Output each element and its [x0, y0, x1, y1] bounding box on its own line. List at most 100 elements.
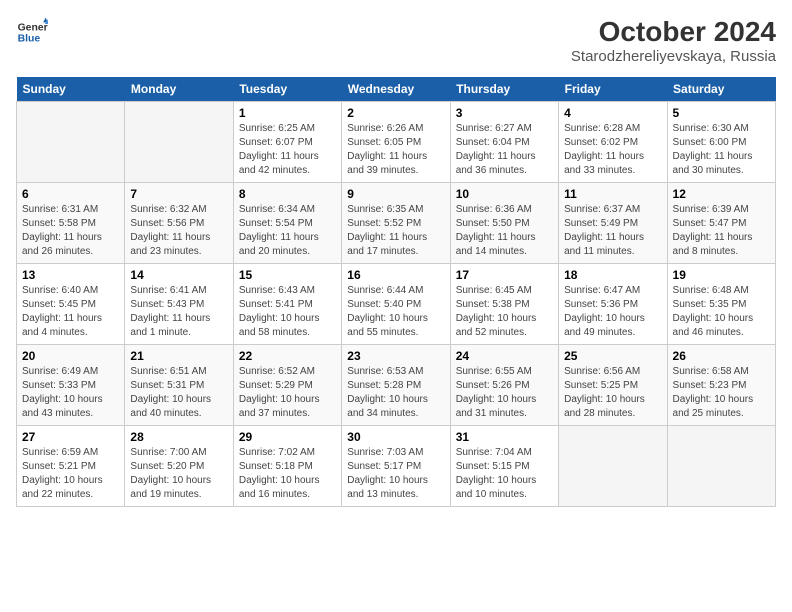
day-number: 7: [130, 187, 227, 201]
calendar-cell: 7 Sunrise: 6:32 AMSunset: 5:56 PMDaylight…: [125, 183, 233, 264]
day-number: 1: [239, 106, 336, 120]
day-number: 11: [564, 187, 661, 201]
day-info: Sunrise: 6:32 AMSunset: 5:56 PMDaylight:…: [130, 203, 227, 259]
day-info: Sunrise: 7:02 AMSunset: 5:18 PMDaylight:…: [239, 446, 336, 502]
day-number: 23: [347, 349, 444, 363]
calendar-cell: 28 Sunrise: 7:00 AMSunset: 5:20 PMDayligh…: [125, 426, 233, 507]
day-number: 16: [347, 268, 444, 282]
logo-icon: General Blue: [16, 16, 48, 48]
calendar-cell: 12 Sunrise: 6:39 AMSunset: 5:47 PMDayligh…: [667, 183, 775, 264]
calendar-cell: 14 Sunrise: 6:41 AMSunset: 5:43 PMDayligh…: [125, 264, 233, 345]
day-number: 18: [564, 268, 661, 282]
day-info: Sunrise: 6:58 AMSunset: 5:23 PMDaylight:…: [673, 365, 770, 421]
calendar-table: SundayMondayTuesdayWednesdayThursdayFrid…: [16, 77, 776, 507]
day-number: 5: [673, 106, 770, 120]
day-number: 31: [456, 430, 553, 444]
calendar-cell: 3 Sunrise: 6:27 AMSunset: 6:04 PMDaylight…: [450, 102, 558, 183]
day-number: 12: [673, 187, 770, 201]
day-number: 3: [456, 106, 553, 120]
day-number: 20: [22, 349, 119, 363]
calendar-cell: 31 Sunrise: 7:04 AMSunset: 5:15 PMDayligh…: [450, 426, 558, 507]
day-info: Sunrise: 6:48 AMSunset: 5:35 PMDaylight:…: [673, 284, 770, 340]
day-number: 9: [347, 187, 444, 201]
calendar-cell: 13 Sunrise: 6:40 AMSunset: 5:45 PMDayligh…: [17, 264, 125, 345]
logo: General Blue: [16, 16, 48, 48]
day-info: Sunrise: 6:43 AMSunset: 5:41 PMDaylight:…: [239, 284, 336, 340]
day-info: Sunrise: 6:34 AMSunset: 5:54 PMDaylight:…: [239, 203, 336, 259]
calendar-week-row: 6Sunrise: 6:31 AMSunset: 5:58 PMDaylight…: [17, 183, 776, 264]
day-info: Sunrise: 6:30 AMSunset: 6:00 PMDaylight:…: [673, 122, 770, 178]
calendar-header-row: SundayMondayTuesdayWednesdayThursdayFrid…: [17, 77, 776, 102]
calendar-cell: 30 Sunrise: 7:03 AMSunset: 5:17 PMDayligh…: [342, 426, 450, 507]
header-friday: Friday: [559, 77, 667, 102]
day-number: 29: [239, 430, 336, 444]
day-info: Sunrise: 6:53 AMSunset: 5:28 PMDaylight:…: [347, 365, 444, 421]
day-number: 21: [130, 349, 227, 363]
calendar-cell: [125, 102, 233, 183]
calendar-cell: 16 Sunrise: 6:44 AMSunset: 5:40 PMDayligh…: [342, 264, 450, 345]
day-info: Sunrise: 6:35 AMSunset: 5:52 PMDaylight:…: [347, 203, 444, 259]
day-number: 17: [456, 268, 553, 282]
day-number: 22: [239, 349, 336, 363]
day-info: Sunrise: 6:40 AMSunset: 5:45 PMDaylight:…: [22, 284, 119, 340]
day-info: Sunrise: 7:04 AMSunset: 5:15 PMDaylight:…: [456, 446, 553, 502]
header: General Blue October 2024 Starodzhereliy…: [16, 16, 776, 65]
calendar-cell: 24Sunrise: 6:55 AMSunset: 5:26 PMDayligh…: [450, 345, 558, 426]
day-info: Sunrise: 6:52 AMSunset: 5:29 PMDaylight:…: [239, 365, 336, 421]
page-title: October 2024: [571, 16, 776, 48]
header-tuesday: Tuesday: [233, 77, 341, 102]
day-number: 14: [130, 268, 227, 282]
day-info: Sunrise: 6:36 AMSunset: 5:50 PMDaylight:…: [456, 203, 553, 259]
day-number: 2: [347, 106, 444, 120]
day-info: Sunrise: 6:27 AMSunset: 6:04 PMDaylight:…: [456, 122, 553, 178]
day-number: 6: [22, 187, 119, 201]
day-number: 4: [564, 106, 661, 120]
day-info: Sunrise: 6:59 AMSunset: 5:21 PMDaylight:…: [22, 446, 119, 502]
day-info: Sunrise: 6:51 AMSunset: 5:31 PMDaylight:…: [130, 365, 227, 421]
calendar-cell: 8 Sunrise: 6:34 AMSunset: 5:54 PMDaylight…: [233, 183, 341, 264]
day-number: 30: [347, 430, 444, 444]
calendar-week-row: 13 Sunrise: 6:40 AMSunset: 5:45 PMDayligh…: [17, 264, 776, 345]
calendar-cell: 29 Sunrise: 7:02 AMSunset: 5:18 PMDayligh…: [233, 426, 341, 507]
calendar-cell: 19Sunrise: 6:48 AMSunset: 5:35 PMDayligh…: [667, 264, 775, 345]
calendar-cell: 4 Sunrise: 6:28 AMSunset: 6:02 PMDaylight…: [559, 102, 667, 183]
calendar-week-row: 27 Sunrise: 6:59 AMSunset: 5:21 PMDayligh…: [17, 426, 776, 507]
calendar-cell: 5 Sunrise: 6:30 AMSunset: 6:00 PMDaylight…: [667, 102, 775, 183]
day-number: 13: [22, 268, 119, 282]
day-info: Sunrise: 6:49 AMSunset: 5:33 PMDaylight:…: [22, 365, 119, 421]
calendar-cell: 2 Sunrise: 6:26 AMSunset: 6:05 PMDaylight…: [342, 102, 450, 183]
page-subtitle: Starodzhereliyevskaya, Russia: [571, 48, 776, 65]
header-saturday: Saturday: [667, 77, 775, 102]
calendar-cell: 25 Sunrise: 6:56 AMSunset: 5:25 PMDayligh…: [559, 345, 667, 426]
day-number: 25: [564, 349, 661, 363]
svg-text:Blue: Blue: [18, 34, 41, 45]
calendar-cell: 11 Sunrise: 6:37 AMSunset: 5:49 PMDayligh…: [559, 183, 667, 264]
day-info: Sunrise: 6:26 AMSunset: 6:05 PMDaylight:…: [347, 122, 444, 178]
calendar-week-row: 20 Sunrise: 6:49 AMSunset: 5:33 PMDayligh…: [17, 345, 776, 426]
day-info: Sunrise: 6:56 AMSunset: 5:25 PMDaylight:…: [564, 365, 661, 421]
calendar-cell: 15Sunrise: 6:43 AMSunset: 5:41 PMDayligh…: [233, 264, 341, 345]
header-monday: Monday: [125, 77, 233, 102]
day-info: Sunrise: 6:25 AMSunset: 6:07 PMDaylight:…: [239, 122, 336, 178]
day-info: Sunrise: 6:28 AMSunset: 6:02 PMDaylight:…: [564, 122, 661, 178]
calendar-cell: 18Sunrise: 6:47 AMSunset: 5:36 PMDayligh…: [559, 264, 667, 345]
calendar-cell: [17, 102, 125, 183]
day-info: Sunrise: 6:45 AMSunset: 5:38 PMDaylight:…: [456, 284, 553, 340]
day-info: Sunrise: 7:03 AMSunset: 5:17 PMDaylight:…: [347, 446, 444, 502]
calendar-week-row: 1 Sunrise: 6:25 AMSunset: 6:07 PMDaylight…: [17, 102, 776, 183]
svg-text:General: General: [18, 22, 48, 33]
day-number: 27: [22, 430, 119, 444]
day-number: 24: [456, 349, 553, 363]
day-number: 28: [130, 430, 227, 444]
calendar-cell: 23 Sunrise: 6:53 AMSunset: 5:28 PMDayligh…: [342, 345, 450, 426]
header-wednesday: Wednesday: [342, 77, 450, 102]
day-info: Sunrise: 7:00 AMSunset: 5:20 PMDaylight:…: [130, 446, 227, 502]
day-info: Sunrise: 6:37 AMSunset: 5:49 PMDaylight:…: [564, 203, 661, 259]
day-number: 8: [239, 187, 336, 201]
day-info: Sunrise: 6:41 AMSunset: 5:43 PMDaylight:…: [130, 284, 227, 340]
day-info: Sunrise: 6:39 AMSunset: 5:47 PMDaylight:…: [673, 203, 770, 259]
calendar-cell: 27 Sunrise: 6:59 AMSunset: 5:21 PMDayligh…: [17, 426, 125, 507]
calendar-cell: [559, 426, 667, 507]
calendar-cell: [667, 426, 775, 507]
day-info: Sunrise: 6:44 AMSunset: 5:40 PMDaylight:…: [347, 284, 444, 340]
